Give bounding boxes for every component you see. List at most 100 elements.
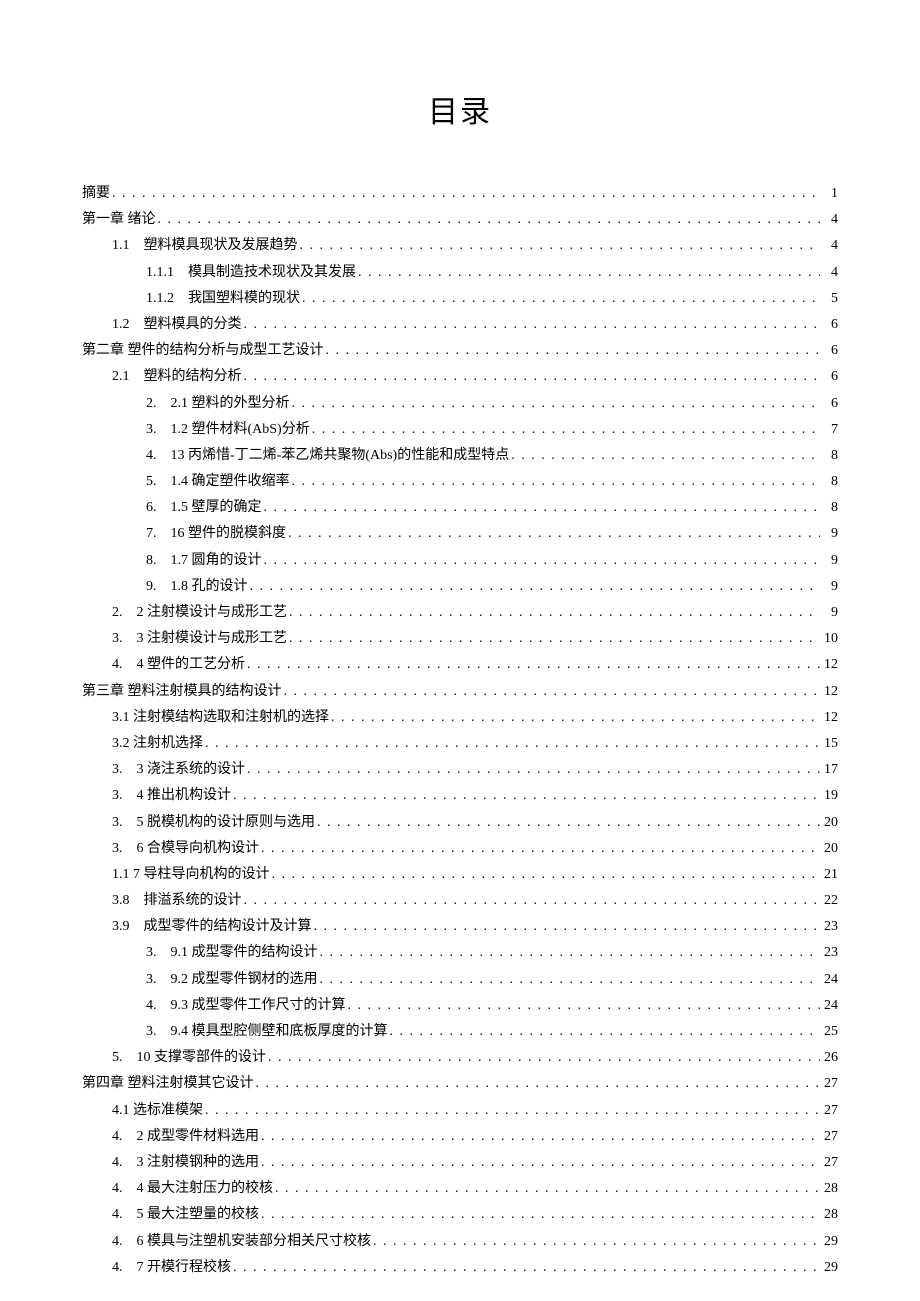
toc-entry-label: 3. 3 注射模设计与成形工艺 — [112, 628, 287, 649]
toc-leader-dots — [244, 890, 821, 911]
toc-entry-page: 27 — [822, 1073, 838, 1094]
toc-entry-page: 22 — [822, 890, 838, 911]
toc-entry-page: 7 — [822, 419, 838, 440]
toc-entry-label: 4. 6 模具与注塑机安装部分相关尺寸校核 — [112, 1231, 371, 1252]
toc-entry-page: 27 — [822, 1100, 838, 1121]
toc-entry-label: 4. 3 注射模钢种的选用 — [112, 1152, 259, 1173]
toc-entry-page: 12 — [822, 654, 838, 675]
toc-entry: 4. 6 模具与注塑机安装部分相关尺寸校核 29 — [82, 1231, 838, 1252]
toc-entry-label: 5. 1.4 确定塑件收缩率 — [146, 471, 290, 492]
toc-entry-page: 9 — [822, 523, 838, 544]
toc-entry-page: 9 — [822, 602, 838, 623]
toc-entry-page: 20 — [822, 838, 838, 859]
toc-leader-dots — [288, 523, 820, 544]
page-title: 目录 — [82, 90, 838, 135]
toc-entry-page: 4 — [822, 235, 838, 256]
toc-entry-page: 21 — [822, 864, 838, 885]
toc-entry-page: 4 — [822, 209, 838, 230]
toc-entry-label: 1.1 塑料模具现状及发展趋势 — [112, 235, 298, 256]
toc-entry-page: 24 — [822, 969, 838, 990]
toc-leader-dots — [264, 497, 821, 518]
toc-entry-label: 3.1 注射模结构选取和注射机的选择 — [112, 707, 329, 728]
toc-leader-dots — [256, 1073, 821, 1094]
toc-entry-label: 3. 1.2 塑件材料(AbS)分析 — [146, 419, 310, 440]
toc-entry: 4. 3 注射模钢种的选用 27 — [82, 1152, 838, 1173]
toc-leader-dots — [247, 759, 820, 780]
toc-entry-page: 8 — [822, 445, 838, 466]
toc-entry-page: 8 — [822, 471, 838, 492]
toc-entry-page: 28 — [822, 1178, 838, 1199]
toc-entry-label: 1.1 7 导柱导向机构的设计 — [112, 864, 270, 885]
toc-entry-label: 3. 9.4 模具型腔侧壁和底板厚度的计算 — [146, 1021, 388, 1042]
toc-entry: 3.9 成型零件的结构设计及计算23 — [82, 916, 838, 937]
toc-entry: 4. 4 塑件的工艺分析 12 — [82, 654, 838, 675]
toc-leader-dots — [247, 654, 820, 675]
toc-entry-label: 3. 9.2 成型零件钢材的选用 — [146, 969, 318, 990]
toc-entry-label: 4. 4 塑件的工艺分析 — [112, 654, 245, 675]
toc-leader-dots — [358, 262, 820, 283]
toc-entry: 摘要1 — [82, 183, 838, 204]
toc-entry-label: 4. 2 成型零件材料选用 — [112, 1126, 259, 1147]
toc-entry: 4. 5 最大注塑量的校核28 — [82, 1204, 838, 1225]
toc-leader-dots — [289, 628, 820, 649]
toc-entry: 1.1.1 模具制造技术现状及其发展4 — [82, 262, 838, 283]
toc-entry-page: 12 — [822, 681, 838, 702]
toc-entry-label: 第一章 绪论 — [82, 209, 156, 230]
toc-entry: 第四章 塑料注射模其它设计 27 — [82, 1073, 838, 1094]
toc-entry-page: 29 — [822, 1257, 838, 1278]
toc-entry-label: 1.1.1 模具制造技术现状及其发展 — [146, 262, 356, 283]
toc-entry: 7. 16 塑件的脱模斜度9 — [82, 523, 838, 544]
toc-leader-dots — [292, 393, 821, 414]
toc-entry-page: 27 — [822, 1152, 838, 1173]
toc-entry: 1.2 塑料模具的分类6 — [82, 314, 838, 335]
toc-leader-dots — [511, 445, 820, 466]
toc-entry-page: 6 — [822, 314, 838, 335]
toc-entry: 4. 4 最大注射压力的校核28 — [82, 1178, 838, 1199]
toc-entry-label: 第三章 塑料注射模具的结构设计 — [82, 681, 282, 702]
toc-entry-page: 15 — [822, 733, 838, 754]
toc-entry: 3.2 注射机选择 15 — [82, 733, 838, 754]
toc-entry: 4. 13 丙烯惜-丁二烯-苯乙烯共聚物(Abs)的性能和成型特点 8 — [82, 445, 838, 466]
toc-leader-dots — [261, 1152, 820, 1173]
toc-entry: 4. 7 开模行程校核 29 — [82, 1257, 838, 1278]
toc-leader-dots — [320, 969, 821, 990]
toc-leader-dots — [390, 1021, 821, 1042]
toc-entry: 5. 1.4 确定塑件收缩率 8 — [82, 471, 838, 492]
toc-entry-page: 29 — [822, 1231, 838, 1252]
toc-entry-page: 9 — [822, 550, 838, 571]
toc-entry-label: 6. 1.5 壁厚的确定 — [146, 497, 262, 518]
toc-entry: 3. 3 浇注系统的设计17 — [82, 759, 838, 780]
toc-entry: 第二章 塑件的结构分析与成型工艺设计6 — [82, 340, 838, 361]
toc-entry: 3. 9.4 模具型腔侧壁和底板厚度的计算25 — [82, 1021, 838, 1042]
toc-entry-label: 4. 7 开模行程校核 — [112, 1257, 231, 1278]
toc-entry-label: 3.2 注射机选择 — [112, 733, 203, 754]
toc-entry-page: 23 — [822, 916, 838, 937]
toc-entry: 3.8 排溢系统的设计22 — [82, 890, 838, 911]
toc-leader-dots — [326, 340, 821, 361]
toc-entry-page: 10 — [822, 628, 838, 649]
toc-entry-label: 摘要 — [82, 183, 110, 204]
toc-entry-page: 24 — [822, 995, 838, 1016]
toc-entry-page: 20 — [822, 812, 838, 833]
toc-entry: 1.1 7 导柱导向机构的设计 21 — [82, 864, 838, 885]
toc-entry: 1.1 塑料模具现状及发展趋势 4 — [82, 235, 838, 256]
toc-entry-label: 第二章 塑件的结构分析与成型工艺设计 — [82, 340, 324, 361]
toc-entry-label: 第四章 塑料注射模其它设计 — [82, 1073, 254, 1094]
toc-entry: 3. 3 注射模设计与成形工艺 10 — [82, 628, 838, 649]
toc-leader-dots — [261, 838, 820, 859]
toc-leader-dots — [261, 1204, 820, 1225]
toc-entry: 1.1.2 我国塑料模的现状5 — [82, 288, 838, 309]
toc-entry: 3. 4 推出机构设计 19 — [82, 785, 838, 806]
toc-leader-dots — [158, 209, 821, 230]
toc-entry-label: 4. 9.3 成型零件工作尺寸的计算 — [146, 995, 346, 1016]
toc-leader-dots — [250, 576, 821, 597]
toc-entry: 2. 2 注射模设计与成形工艺9 — [82, 602, 838, 623]
toc-entry-page: 27 — [822, 1126, 838, 1147]
toc-entry-page: 19 — [822, 785, 838, 806]
toc-entry-page: 6 — [822, 393, 838, 414]
toc-entry: 第三章 塑料注射模具的结构设计 12 — [82, 681, 838, 702]
toc-entry-label: 3. 3 浇注系统的设计 — [112, 759, 245, 780]
toc-entry-label: 4. 13 丙烯惜-丁二烯-苯乙烯共聚物(Abs)的性能和成型特点 — [146, 445, 509, 466]
toc-leader-dots — [244, 366, 821, 387]
toc-entry-label: 3. 4 推出机构设计 — [112, 785, 231, 806]
